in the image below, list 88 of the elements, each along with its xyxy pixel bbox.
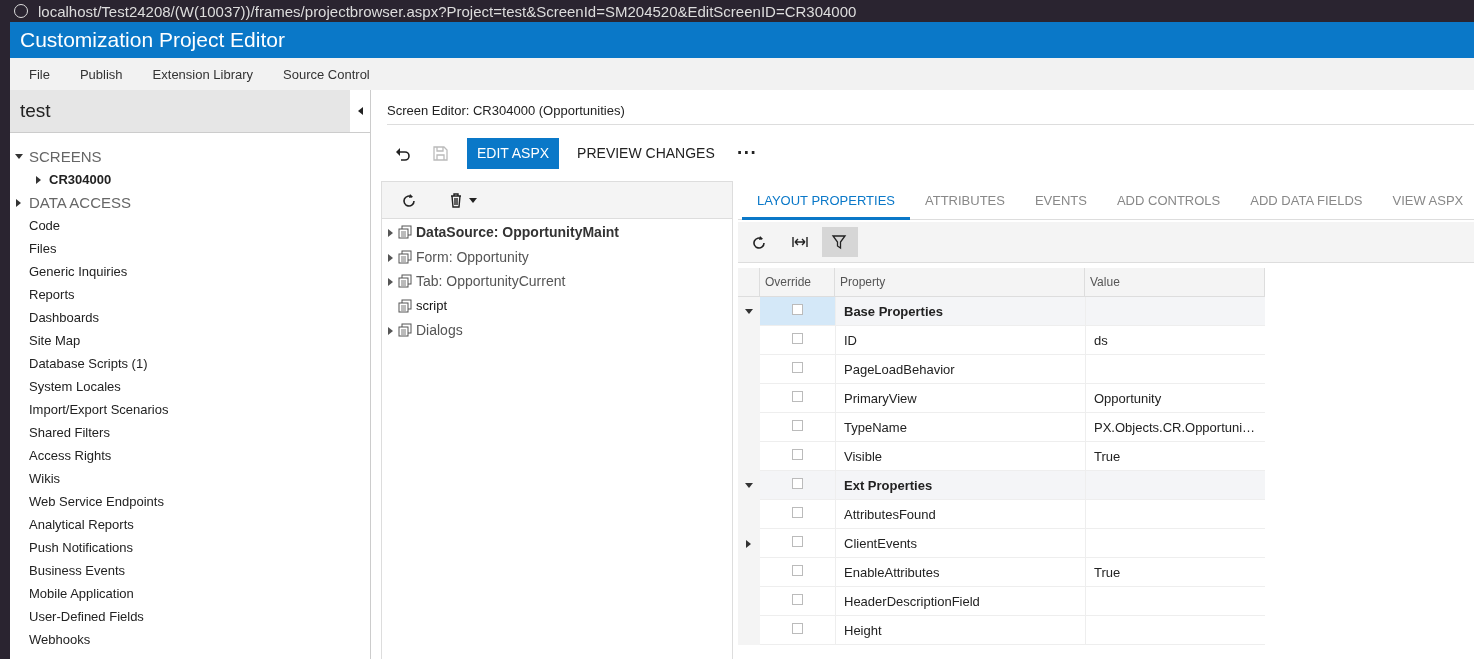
column-header[interactable]: Value	[1085, 268, 1265, 297]
tree-item[interactable]: Files	[29, 241, 57, 256]
checkbox[interactable]	[792, 419, 803, 431]
property-name: PrimaryView	[844, 390, 917, 406]
column-header[interactable]: Override	[760, 268, 835, 297]
preview-button[interactable]: PREVIEW CHANGES	[567, 137, 725, 169]
filter-button[interactable]	[822, 227, 858, 257]
edit-aspx-button[interactable]: EDIT ASPX	[467, 137, 560, 169]
group-header: Base Properties	[844, 303, 943, 319]
tree-item[interactable]: script	[416, 298, 448, 314]
tab[interactable]: EVENTS	[1019, 193, 1102, 220]
property-value: True	[1094, 564, 1121, 580]
tree-item[interactable]: System Locales	[29, 379, 121, 394]
refresh-icon	[401, 192, 417, 208]
editor-title: Screen Editor: CR304000 (Opportunities)	[387, 103, 625, 120]
tree-item[interactable]: Analytical Reports	[29, 517, 134, 532]
tab[interactable]: ADD CONTROLS	[1101, 193, 1236, 220]
save-icon	[431, 144, 449, 162]
checkbox[interactable]	[792, 477, 803, 489]
checkbox[interactable]	[792, 535, 803, 547]
tree-item[interactable]: Webhooks	[29, 632, 91, 647]
tree-item[interactable]: Shared Filters	[29, 425, 110, 440]
controls-icon	[398, 249, 412, 264]
property-name: TypeName	[844, 419, 907, 435]
checkbox[interactable]	[792, 448, 803, 460]
section-header[interactable]: DATA ACCESS	[29, 194, 131, 211]
menu-item[interactable]: Extension Library	[137, 66, 269, 82]
property-value: PX.Objects.CR.Opportuni…	[1094, 419, 1256, 435]
tree-item[interactable]: Access Rights	[29, 448, 112, 463]
menu-item[interactable]: Publish	[64, 66, 138, 82]
tree-item[interactable]: Dialogs	[416, 322, 463, 339]
property-value: True	[1094, 448, 1121, 464]
property-name: Visible	[844, 448, 883, 464]
tree-item[interactable]: Tab: OpportunityCurrent	[416, 273, 566, 290]
tree-item[interactable]: CR304000	[49, 172, 112, 187]
tree-item[interactable]: Import/Export Scenarios	[29, 402, 169, 417]
tree-item[interactable]: User-Defined Fields	[29, 609, 144, 624]
controls-icon	[398, 298, 412, 313]
tree-item[interactable]: Site Map	[29, 333, 81, 348]
checkbox[interactable]	[792, 506, 803, 518]
tree-item[interactable]: Generic Inquiries	[29, 264, 128, 279]
tree-item[interactable]: Dashboards	[29, 310, 100, 325]
tree-item[interactable]: Web Service Endpoints	[29, 494, 164, 509]
property-name: EnableAttributes	[844, 564, 940, 580]
caret-left-icon	[357, 107, 363, 115]
tree-item[interactable]: Business Events	[29, 563, 126, 578]
fit-width-icon	[791, 234, 809, 250]
checkbox[interactable]	[792, 332, 803, 344]
project-name: test	[19, 100, 51, 122]
checkbox[interactable]	[792, 622, 803, 634]
property-name: HeaderDescriptionField	[844, 593, 980, 609]
tree-item[interactable]: DataSource: OpportunityMaint	[416, 224, 619, 241]
property-name: PageLoadBehavior	[844, 361, 955, 377]
group-header: Ext Properties	[844, 477, 933, 493]
controls-icon	[398, 323, 412, 338]
tree-item[interactable]: Database Scripts (1)	[29, 356, 148, 371]
section-header[interactable]: SCREENS	[29, 148, 102, 165]
property-name: ID	[844, 332, 857, 348]
checkbox[interactable]	[792, 593, 803, 605]
tab[interactable]: VIEW ASPX	[1377, 193, 1474, 220]
tree-item[interactable]: Push Notifications	[29, 540, 134, 555]
controls-icon	[398, 225, 412, 240]
app-title: Customization Project Editor	[20, 28, 285, 52]
tree-item[interactable]: Mobile Application	[29, 586, 134, 601]
more-button[interactable]: ···	[724, 144, 769, 162]
tree-item[interactable]: Wikis	[29, 471, 61, 486]
property-name: AttributesFound	[844, 506, 936, 522]
menu-item[interactable]: Source Control	[268, 66, 385, 82]
collapse-button[interactable]	[350, 90, 370, 132]
column-header[interactable]: Property	[835, 268, 1085, 297]
tab[interactable]: ATTRIBUTES	[910, 193, 1020, 220]
checkbox[interactable]	[792, 390, 803, 402]
property-name: ClientEvents	[844, 535, 917, 551]
tree-item[interactable]: Form: Opportunity	[416, 248, 529, 265]
menu-item[interactable]: File	[14, 66, 65, 82]
filter-icon	[831, 234, 849, 250]
property-name: Height	[844, 622, 882, 638]
address-text[interactable]: localhost/Test24208/(W(10037))/frames/projectbrowser.aspx?Project=test&ScreenId=SM204520&EditScreenID=CR304000	[38, 2, 857, 20]
checkbox[interactable]	[792, 361, 803, 373]
property-value: Opportunity	[1094, 390, 1162, 406]
property-value: ds	[1094, 332, 1108, 348]
checkbox[interactable]	[792, 303, 803, 315]
tree-item[interactable]: Reports	[29, 287, 75, 302]
caret-down-icon	[468, 197, 477, 203]
tab[interactable]: ADD DATA FIELDS	[1235, 193, 1378, 220]
controls-icon	[398, 274, 412, 289]
tree-item[interactable]: Code	[29, 218, 61, 233]
checkbox[interactable]	[792, 564, 803, 576]
